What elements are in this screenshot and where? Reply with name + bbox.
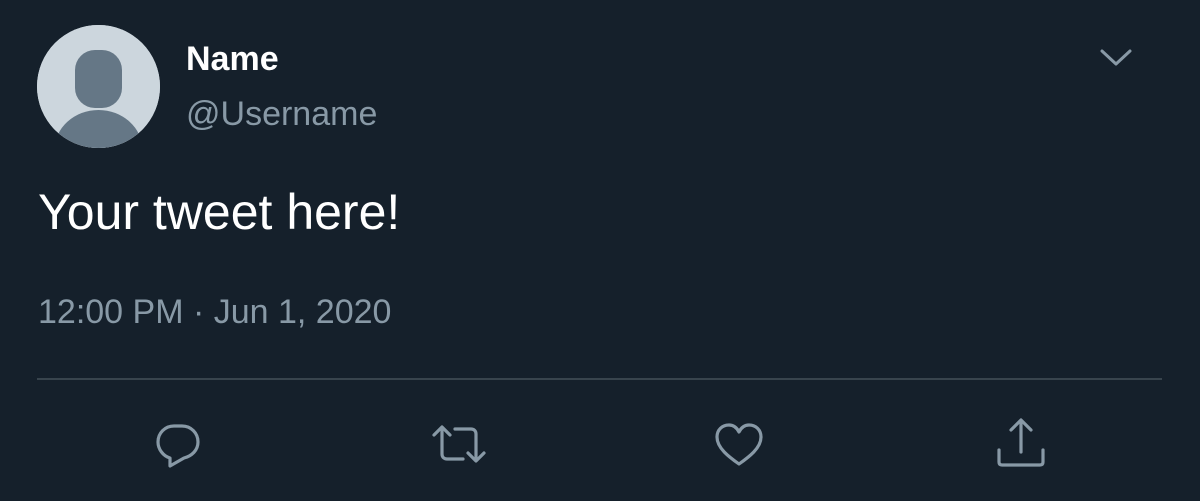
tweet-menu-button[interactable]	[1096, 38, 1136, 78]
retweet-icon	[432, 425, 486, 463]
reply-icon	[156, 424, 200, 468]
tweet-card: Name @Username Your tweet here! 12:00 PM…	[0, 0, 1200, 501]
share-icon	[997, 418, 1045, 467]
default-avatar-icon	[37, 25, 160, 148]
chevron-down-icon	[1100, 49, 1132, 66]
share-button[interactable]	[993, 416, 1049, 472]
tweet-text: Your tweet here!	[38, 184, 401, 240]
like-button[interactable]	[711, 416, 767, 472]
tweet-timestamp[interactable]: 12:00 PM · Jun 1, 2020	[38, 292, 391, 332]
avatar[interactable]	[37, 25, 160, 148]
author-display-name[interactable]: Name	[186, 39, 279, 79]
retweet-button[interactable]	[431, 416, 487, 472]
divider	[37, 378, 1162, 380]
like-icon	[715, 423, 763, 466]
author-username[interactable]: @Username	[186, 94, 377, 134]
reply-button[interactable]	[150, 416, 206, 472]
